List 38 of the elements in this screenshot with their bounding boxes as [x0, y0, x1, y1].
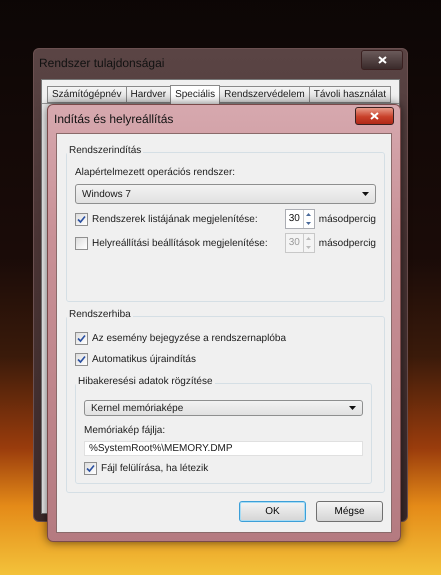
window-title: Rendszer tulajdonságai [39, 56, 164, 70]
unit-label: másodpercig [318, 214, 376, 224]
close-icon [378, 56, 386, 64]
checkbox-label: Automatikus újraindítás [92, 354, 196, 366]
close-button[interactable] [355, 107, 394, 125]
file-path-field[interactable]: %SystemRoot%\MEMORY.DMP [84, 440, 363, 456]
tab[interactable]: Speciális [170, 85, 220, 104]
checkbox[interactable] [84, 462, 97, 475]
checkbox[interactable] [75, 353, 88, 366]
close-button[interactable] [361, 50, 403, 70]
dialog-button[interactable]: OK [239, 501, 306, 522]
spinner-arrows-icon [302, 210, 314, 228]
group-title: Rendszerindítás [67, 145, 144, 156]
tab[interactable]: Számítógépnév [47, 86, 126, 103]
number-spinner[interactable]: 30 [284, 209, 315, 229]
tab[interactable]: Rendszervédelem [219, 86, 310, 103]
checkbox[interactable] [75, 236, 88, 250]
tab[interactable]: Távoli használat [308, 86, 391, 103]
checkbox[interactable] [75, 332, 88, 346]
spinner-arrows-icon [302, 234, 314, 252]
tab[interactable]: Hardver [126, 86, 172, 103]
unit-label: másodpercig [318, 238, 376, 248]
dialog-button[interactable]: Mégse [316, 501, 383, 522]
dropdown-arrow-icon [362, 192, 369, 196]
field-label: Alapértelmezett operációs rendszer: [75, 167, 236, 178]
dialog-title: Indítás és helyreállítás [54, 112, 174, 126]
group-title: Hibakeresési adatok rögzítése [76, 376, 215, 388]
os-dropdown[interactable]: Windows 7 [75, 184, 376, 204]
checkbox-label: Az esemény bejegyzése a rendszernaplóba [92, 333, 286, 344]
dump-type-dropdown[interactable]: Kernel memóriaképe [84, 400, 363, 416]
field-label: Memóriakép fájlja: [84, 424, 166, 436]
dropdown-arrow-icon [349, 406, 356, 410]
checkbox[interactable] [75, 212, 88, 226]
checkbox-label: Rendszerek listájának megjelenítése: [92, 214, 258, 224]
group-title: Rendszerhiba [67, 309, 133, 320]
checkbox-label: Fájl felülírása, ha létezik [101, 462, 208, 474]
close-icon [370, 112, 379, 120]
checkbox-label: Helyreállítási beállítások megjelenítése: [92, 238, 268, 248]
